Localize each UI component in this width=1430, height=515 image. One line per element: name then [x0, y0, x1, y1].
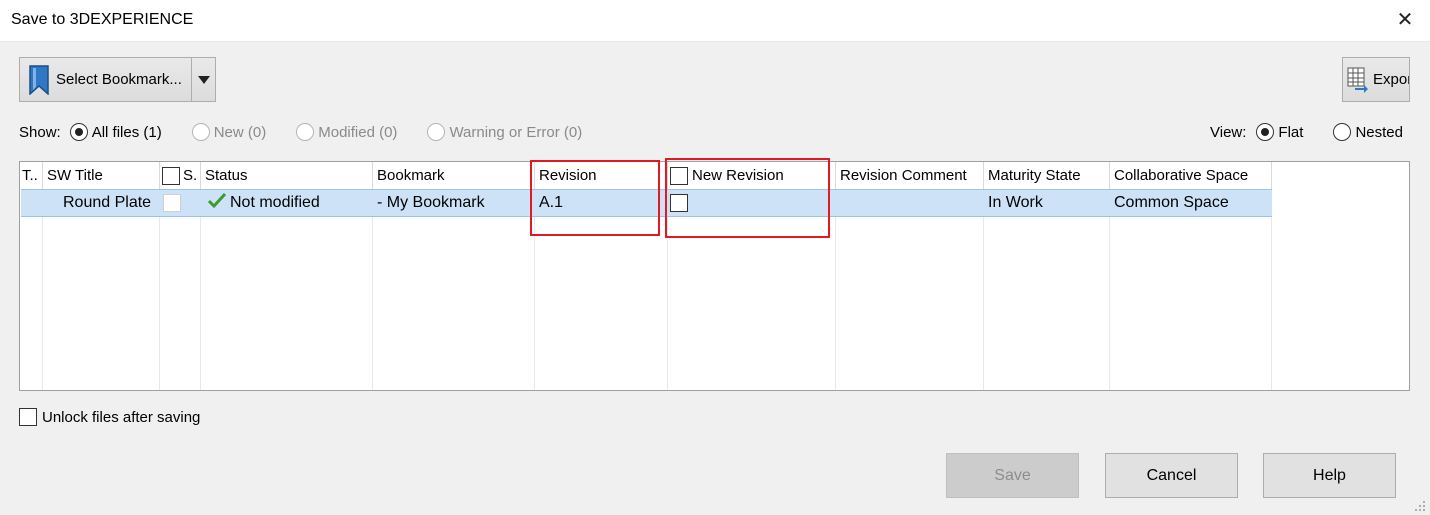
radio-label: New (0): [213, 123, 267, 141]
export-label: Export: [1373, 71, 1409, 88]
row-select-checkbox[interactable]: [163, 193, 181, 212]
help-button[interactable]: Help: [1263, 453, 1396, 498]
save-button[interactable]: Save: [946, 453, 1079, 498]
bookmark-dropdown[interactable]: [192, 58, 215, 101]
cell-select[interactable]: [161, 190, 181, 216]
cell-sw-title: Round Plate: [63, 194, 152, 211]
select-bookmark-main[interactable]: Select Bookmark...: [20, 58, 192, 101]
chevron-down-icon: [197, 75, 210, 84]
radio-label: Flat: [1278, 123, 1304, 141]
window-title: Save to 3DEXPERIENCE: [11, 11, 194, 28]
revision-highlight-box: [530, 160, 660, 236]
radio-new[interactable]: New (0): [191, 123, 267, 141]
col-header-collaborative-space[interactable]: Collaborative Space: [1110, 162, 1272, 189]
view-label: View:: [1210, 123, 1247, 141]
radio-dot[interactable]: [296, 123, 315, 141]
radio-dot[interactable]: [69, 123, 88, 141]
col-header-revision-comment[interactable]: Revision Comment: [836, 162, 984, 189]
radio-modified[interactable]: Modified (0): [296, 123, 397, 141]
close-icon[interactable]: ✕: [1396, 9, 1414, 31]
cell-bookmark: - My Bookmark: [377, 194, 485, 211]
radio-flat[interactable]: Flat: [1256, 123, 1303, 141]
radio-warning-error[interactable]: Warning or Error (0): [427, 123, 582, 141]
radio-dot[interactable]: [427, 123, 446, 141]
cell-collaborative-space: Common Space: [1114, 194, 1229, 211]
spreadsheet-export-icon: [1347, 67, 1368, 93]
radio-dot[interactable]: [1333, 123, 1352, 141]
checkmark-icon: [208, 192, 226, 208]
view-mode: View: Flat Nested: [1210, 121, 1403, 143]
col-header-select-label: S.: [183, 167, 198, 184]
cell-maturity-state: In Work: [988, 194, 1043, 211]
title-bar: Save to 3DEXPERIENCE ✕: [0, 0, 1430, 42]
radio-label: All files (1): [91, 123, 162, 141]
radio-label: Nested: [1355, 123, 1403, 141]
unlock-files-label: Unlock files after saving: [42, 408, 201, 426]
unlock-files-option[interactable]: Unlock files after saving: [19, 408, 200, 426]
col-header-status[interactable]: Status: [201, 162, 373, 189]
radio-dot[interactable]: [1256, 123, 1275, 141]
radio-label: Modified (0): [318, 123, 398, 141]
resize-grip-icon[interactable]: [1414, 500, 1426, 512]
bookmark-icon: [29, 64, 49, 95]
radio-label: Warning or Error (0): [449, 123, 583, 141]
new-revision-highlight-box: [665, 158, 830, 238]
show-label: Show:: [19, 123, 61, 141]
col-header-bookmark[interactable]: Bookmark: [373, 162, 535, 189]
cancel-button[interactable]: Cancel: [1105, 453, 1238, 498]
select-bookmark-button[interactable]: Select Bookmark...: [19, 57, 216, 102]
col-header-maturity-state[interactable]: Maturity State: [984, 162, 1110, 189]
export-button[interactable]: Export: [1342, 57, 1410, 102]
cell-revision-comment[interactable]: [836, 190, 840, 216]
col-header-select[interactable]: S.: [160, 162, 201, 189]
col-header-sw-title[interactable]: SW Title: [43, 162, 160, 189]
radio-nested[interactable]: Nested: [1333, 123, 1403, 141]
col-header-type[interactable]: T..: [20, 162, 43, 189]
radio-all-files[interactable]: All files (1): [69, 123, 162, 141]
radio-dot[interactable]: [191, 123, 210, 141]
show-filter: Show: All files (1) New (0) Modified (0)…: [19, 121, 582, 143]
select-all-checkbox[interactable]: [162, 167, 180, 186]
select-bookmark-label: Select Bookmark...: [56, 71, 182, 88]
unlock-files-checkbox[interactable]: [19, 408, 37, 426]
cell-status: Not modified: [204, 190, 320, 216]
status-text: Not modified: [230, 194, 320, 211]
